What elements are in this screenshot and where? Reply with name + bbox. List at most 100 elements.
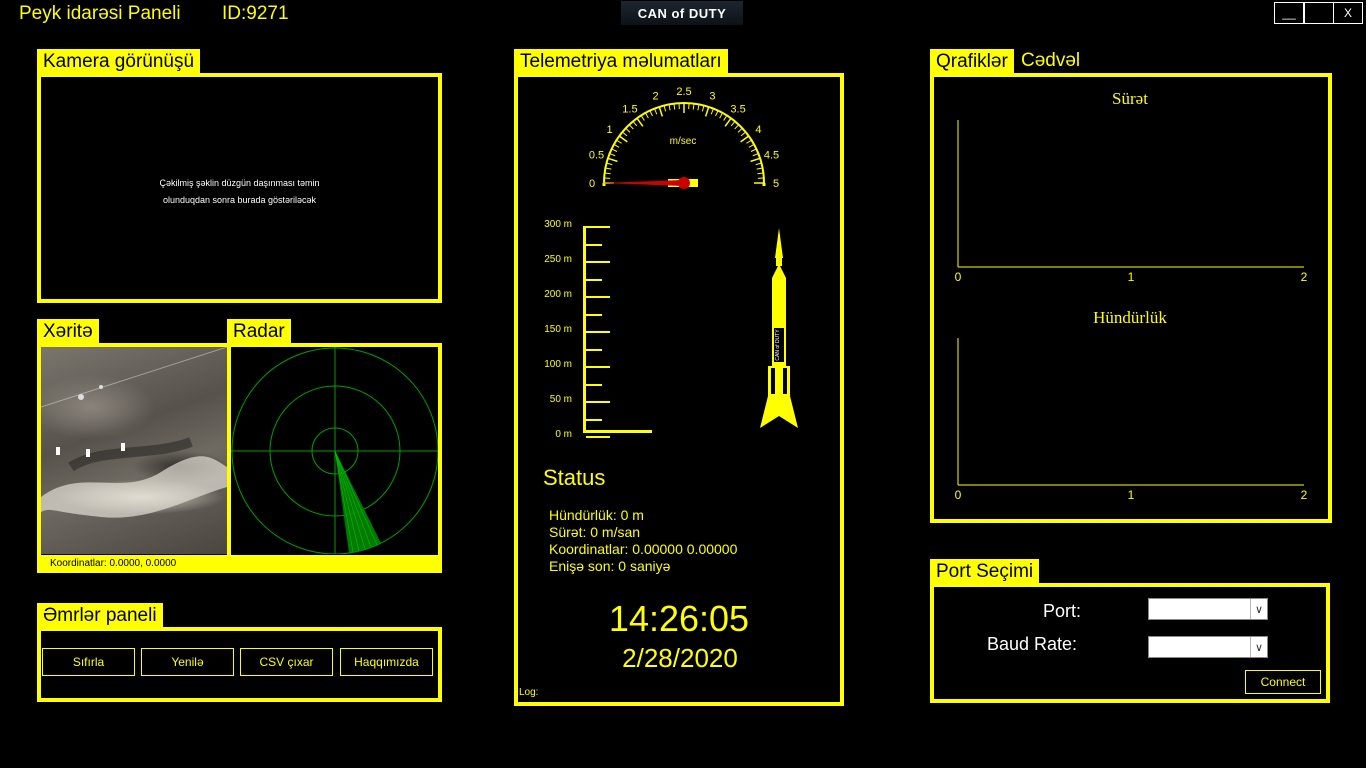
gauge-unit: m/sec <box>670 136 697 147</box>
chart-x-tick-label: 1 <box>1128 488 1135 502</box>
baud-select-value <box>1149 639 1152 653</box>
minimize-button[interactable]: __ <box>1274 2 1304 24</box>
altitude-scale-tick <box>586 296 610 298</box>
reset-button[interactable]: Sıfırla <box>42 648 135 676</box>
gauge-tick <box>658 106 664 117</box>
gauge-tick-label: 4 <box>755 124 761 136</box>
gauge-tick-label: 1 <box>607 124 613 136</box>
speed-chart-title: Sürət <box>1112 89 1148 108</box>
altitude-scale-tick <box>586 331 610 333</box>
gauge-tick-label: 1.5 <box>622 104 637 116</box>
speed-gauge: 0 0.5 1 1.5 2 2.5 3 3.5 4 4.5 5 m/sec <box>589 86 779 190</box>
altitude-scale: 300 m 250 m 200 m 150 m 100 m 50 m 0 m <box>520 218 660 440</box>
altitude-chart: 0 1 2 <box>955 338 1308 502</box>
gauge-tick-label: 2.5 <box>676 86 691 98</box>
radar-title: Radar <box>227 319 291 345</box>
gauge-tick-label: 3.5 <box>730 104 745 116</box>
refresh-button[interactable]: Yenilə <box>141 648 234 676</box>
gauge-tick <box>704 106 710 117</box>
altitude-scale-base <box>583 430 652 433</box>
clock-time: 14:26:05 <box>608 598 750 639</box>
gauge-tick <box>618 135 628 143</box>
altitude-scale-label: 50 m <box>549 394 572 405</box>
altitude-scale-label: 150 m <box>544 324 572 335</box>
chevron-down-icon: ∨ <box>1250 637 1267 657</box>
gauge-tick-label: 4.5 <box>764 150 779 162</box>
map-coordinates-bar: Koordinatlar: 0.0000, 0.0000 <box>37 555 442 573</box>
connect-button[interactable]: Connect <box>1245 670 1321 694</box>
chart-x-tick-label: 0 <box>955 270 962 284</box>
altitude-scale-tick <box>586 383 602 386</box>
radar-display <box>231 347 438 554</box>
baud-select[interactable]: ∨ <box>1148 636 1268 658</box>
maximize-button[interactable] <box>1304 2 1334 24</box>
status-landing-time: Enişə son: 0 saniyə <box>549 558 671 574</box>
window-title: Peyk idarəsi Paneli <box>19 3 181 24</box>
log-label: Log: <box>519 687 539 698</box>
map-image[interactable] <box>41 347 227 554</box>
altitude-scale-tick <box>586 366 610 368</box>
camera-view: Çəkilmiş şəklin düzgün daşınması təmin o… <box>37 73 442 303</box>
gauge-tick <box>607 157 618 163</box>
altitude-scale-tick <box>586 313 602 316</box>
gauge-tick-label: 2 <box>653 91 659 103</box>
gauge-tick <box>740 135 750 143</box>
altitude-scale-tick <box>586 226 610 228</box>
port-select[interactable]: ∨ <box>1148 598 1268 620</box>
gauge-hub <box>678 177 690 189</box>
altitude-scale-label: 0 m <box>555 429 572 440</box>
gauge-tick-label: 3 <box>709 91 715 103</box>
tab-graphs[interactable]: Qrafiklər <box>930 49 1014 75</box>
camera-message-line2: olunduqdan sonra burada göstəriləcək <box>162 195 317 205</box>
chart-x-tick-label: 2 <box>1301 270 1308 284</box>
rocket-icon: CAN of DUTY <box>760 228 798 428</box>
chart-x-tick-label: 0 <box>955 488 962 502</box>
about-button[interactable]: Haqqımızda <box>340 648 433 676</box>
port-select-value <box>1149 601 1152 615</box>
map-terrain <box>41 347 227 518</box>
gauge-tick <box>636 117 644 127</box>
telemetry-title: Telemetriya məlumatları <box>514 49 728 75</box>
altitude-scale-tick <box>586 401 610 403</box>
altitude-scale-label: 250 m <box>544 254 572 265</box>
gauge-tick <box>750 157 761 163</box>
commands-title: Əmrlər paneli <box>37 603 163 629</box>
altitude-scale-tick <box>586 261 610 263</box>
map-title: Xəritə <box>37 319 99 345</box>
status-speed: Sürət: 0 m/san <box>549 524 641 540</box>
altitude-scale-tick <box>586 436 610 438</box>
window-id: ID:9271 <box>222 3 289 24</box>
camera-message-line1: Çəkilmiş şəklin düzgün daşınması təmin <box>159 178 320 188</box>
port-title: Port Seçimi <box>930 559 1040 585</box>
csv-export-button[interactable]: CSV çıxar <box>240 648 333 676</box>
map-coordinates: Koordinatlar: 0.0000, 0.0000 <box>50 558 177 569</box>
app-logo-text: CAN of DUTY <box>637 5 727 21</box>
altitude-scale-label: 200 m <box>544 289 572 300</box>
gauge-tick <box>724 117 732 127</box>
app-logo: CAN of DUTY <box>621 1 743 25</box>
altitude-scale-tick <box>586 418 602 421</box>
altitude-scale-tick <box>586 278 602 281</box>
gauge-tick-label: 0.5 <box>589 150 604 162</box>
altitude-chart-title: Hündürlük <box>1093 308 1167 327</box>
altitude-scale-label: 300 m <box>544 219 572 230</box>
altitude-scale-tick <box>586 243 602 246</box>
chevron-down-icon: ∨ <box>1250 599 1267 619</box>
clock-date: 2/28/2020 <box>622 643 738 673</box>
baud-label: Baud Rate: <box>987 634 1078 654</box>
chart-x-tick-label: 1 <box>1128 270 1135 284</box>
tab-table[interactable]: Cədvəl <box>1016 49 1086 76</box>
status-title: Status <box>543 465 606 490</box>
gauge-tick-label: 0 <box>589 178 595 190</box>
port-label: Port: <box>1043 601 1082 621</box>
gauge-tick-label: 5 <box>773 178 779 190</box>
close-button[interactable]: X <box>1333 2 1363 24</box>
speed-chart: 0 1 2 <box>955 120 1308 284</box>
status-altitude: Hündürlük: 0 m <box>549 507 644 523</box>
status-details: Hündürlük: 0 m Sürət: 0 m/san Koordinatl… <box>549 507 737 575</box>
altitude-scale-label: 100 m <box>544 359 572 370</box>
rocket-label: CAN of DUTY <box>775 329 781 361</box>
camera-message: Çəkilmiş şəklin düzgün daşınması təmin o… <box>41 175 438 209</box>
chart-x-tick-label: 2 <box>1301 488 1308 502</box>
altitude-scale-tick <box>586 348 602 351</box>
